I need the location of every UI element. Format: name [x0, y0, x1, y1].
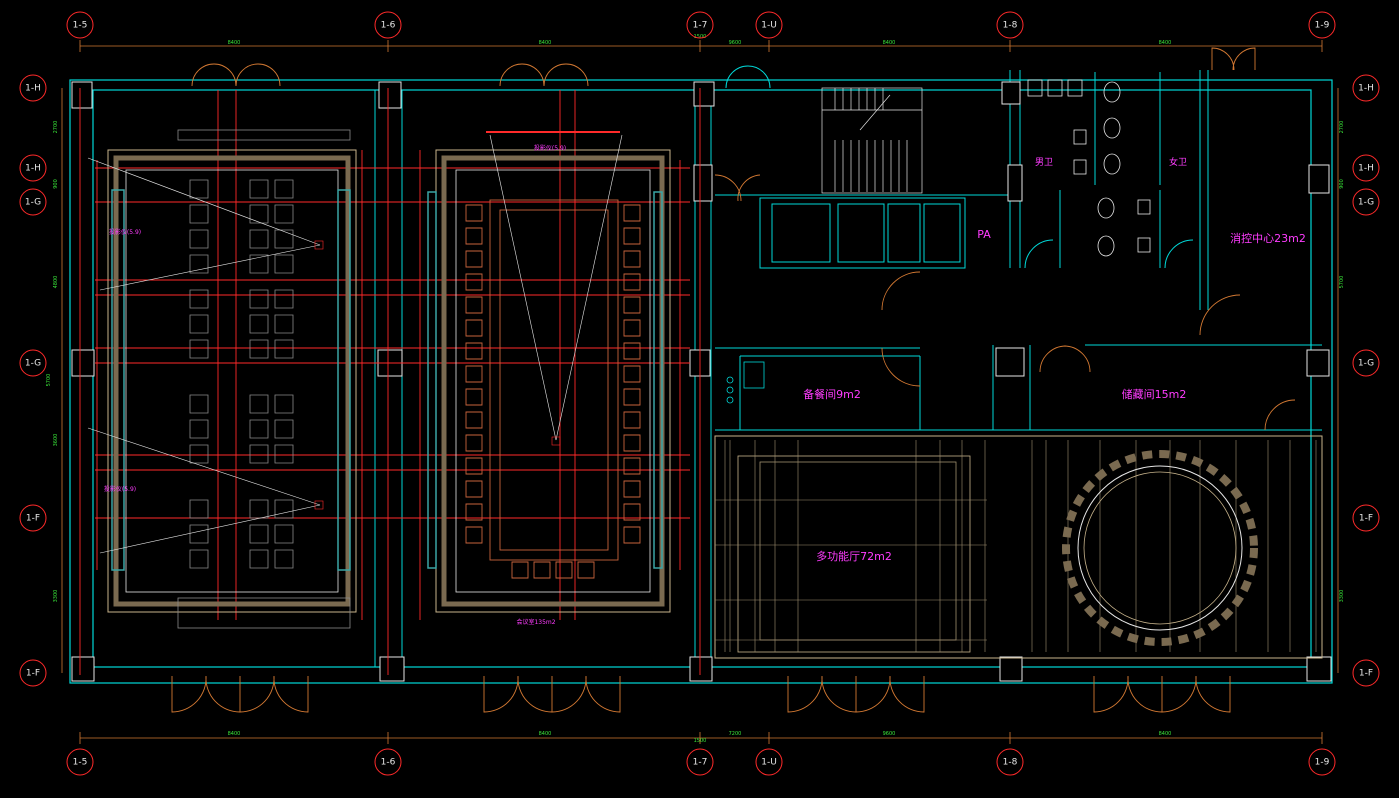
round-table — [1062, 450, 1258, 646]
grid-label-right-3: 1-G — [1358, 198, 1374, 208]
grid-label-top-1: 1-5 — [73, 21, 88, 31]
dim-bottom-6: 8400 — [1159, 731, 1172, 737]
room-label-restroom-female: 女卫 — [1169, 156, 1187, 168]
dim-right-4: 3300 — [1339, 590, 1345, 603]
multi-function-hall — [714, 435, 1323, 659]
room-label-multi-function: 多功能厅72m2 — [816, 549, 892, 563]
dim-top-1: 8400 — [228, 40, 241, 46]
meeting-table — [465, 199, 641, 579]
dim-left-4: 5700 — [46, 374, 52, 387]
grid-label-left-1: 1-H — [25, 84, 41, 94]
dim-left-2: 900 — [53, 179, 59, 189]
grid-label-bottom-2: 1-6 — [381, 758, 396, 768]
elevators — [759, 197, 966, 269]
pa-label: PA — [977, 228, 991, 241]
restroom-fixtures — [1027, 79, 1151, 257]
left-hall-ceiling — [107, 149, 357, 613]
structural-columns — [71, 81, 1332, 682]
dim-bottom-5: 9600 — [883, 731, 896, 737]
projection-lines-middle — [486, 131, 623, 446]
projector-label-2: 投影仪(5.9) — [104, 485, 136, 493]
dim-bottom-3: 1500 — [694, 738, 707, 744]
cad-floor-plan-view: 8400 8400 1500 9600 8400 8400 8400 8400 … — [0, 0, 1399, 794]
grid-label-top-4: 1-U — [761, 21, 777, 31]
room-label-restroom-male: 男卫 — [1035, 157, 1053, 168]
dim-bottom-1: 8400 — [228, 731, 241, 737]
grid-label-left-5: 1-F — [26, 514, 40, 524]
grid-label-left-3: 1-G — [25, 198, 41, 208]
dim-top-2: 8400 — [539, 40, 552, 46]
stairwell — [821, 87, 923, 194]
dim-left-6: 3300 — [53, 590, 59, 603]
grid-label-bottom-3: 1-7 — [693, 758, 708, 768]
grid-label-bottom-6: 1-9 — [1315, 758, 1330, 768]
dim-top-5: 8400 — [883, 40, 896, 46]
room-label-fire-control: 消控中心23m2 — [1230, 231, 1306, 245]
grid-label-right-5: 1-F — [1359, 514, 1373, 524]
axis-lines — [79, 88, 701, 675]
grid-label-left-4: 1-G — [25, 359, 41, 369]
projector-label-1: 投影仪(5.9) — [109, 228, 141, 236]
grid-label-right-2: 1-H — [1358, 164, 1374, 174]
dim-top-4: 9600 — [729, 40, 742, 46]
grid-label-bottom-1: 1-5 — [73, 758, 88, 768]
grid-label-bottom-5: 1-8 — [1003, 758, 1018, 768]
dim-top-6: 8400 — [1159, 40, 1172, 46]
grid-label-right-4: 1-G — [1358, 359, 1374, 369]
grid-label-right-1: 1-H — [1358, 84, 1374, 94]
room-label-spare: 备餐间9m2 — [803, 387, 861, 401]
grid-label-right-6: 1-F — [1359, 669, 1373, 679]
dim-right-2: 900 — [1339, 179, 1345, 189]
grid-label-top-3: 1-7 — [693, 21, 708, 31]
grid-label-top-5: 1-8 — [1003, 21, 1018, 31]
grid-label-bottom-4: 1-U — [761, 758, 777, 768]
grid-label-left-2: 1-H — [25, 164, 41, 174]
dimension-chain-top — [79, 40, 1323, 52]
dim-right-3: 5700 — [1339, 276, 1345, 289]
grid-label-left-6: 1-F — [26, 669, 40, 679]
grid-label-top-6: 1-9 — [1315, 21, 1330, 31]
dim-bottom-4: 7200 — [729, 731, 742, 737]
dim-left-5: 3600 — [53, 434, 59, 447]
floor-plan-drawing: 8400 8400 1500 9600 8400 8400 8400 8400 … — [19, 11, 1380, 776]
room-label-storage: 储藏间15m2 — [1122, 387, 1187, 401]
dim-bottom-2: 8400 — [539, 731, 552, 737]
projector-label-3: 投影仪(5.9) — [534, 144, 566, 152]
left-hall-seating — [177, 129, 351, 629]
dim-left-1: 2700 — [53, 121, 59, 134]
spare-room-fixtures — [726, 361, 765, 404]
dim-right-1: 2700 — [1339, 121, 1345, 134]
room-label-meeting: 会议室135m2 — [516, 618, 555, 626]
dim-left-3: 4800 — [53, 276, 59, 289]
grid-label-top-2: 1-6 — [381, 21, 396, 31]
